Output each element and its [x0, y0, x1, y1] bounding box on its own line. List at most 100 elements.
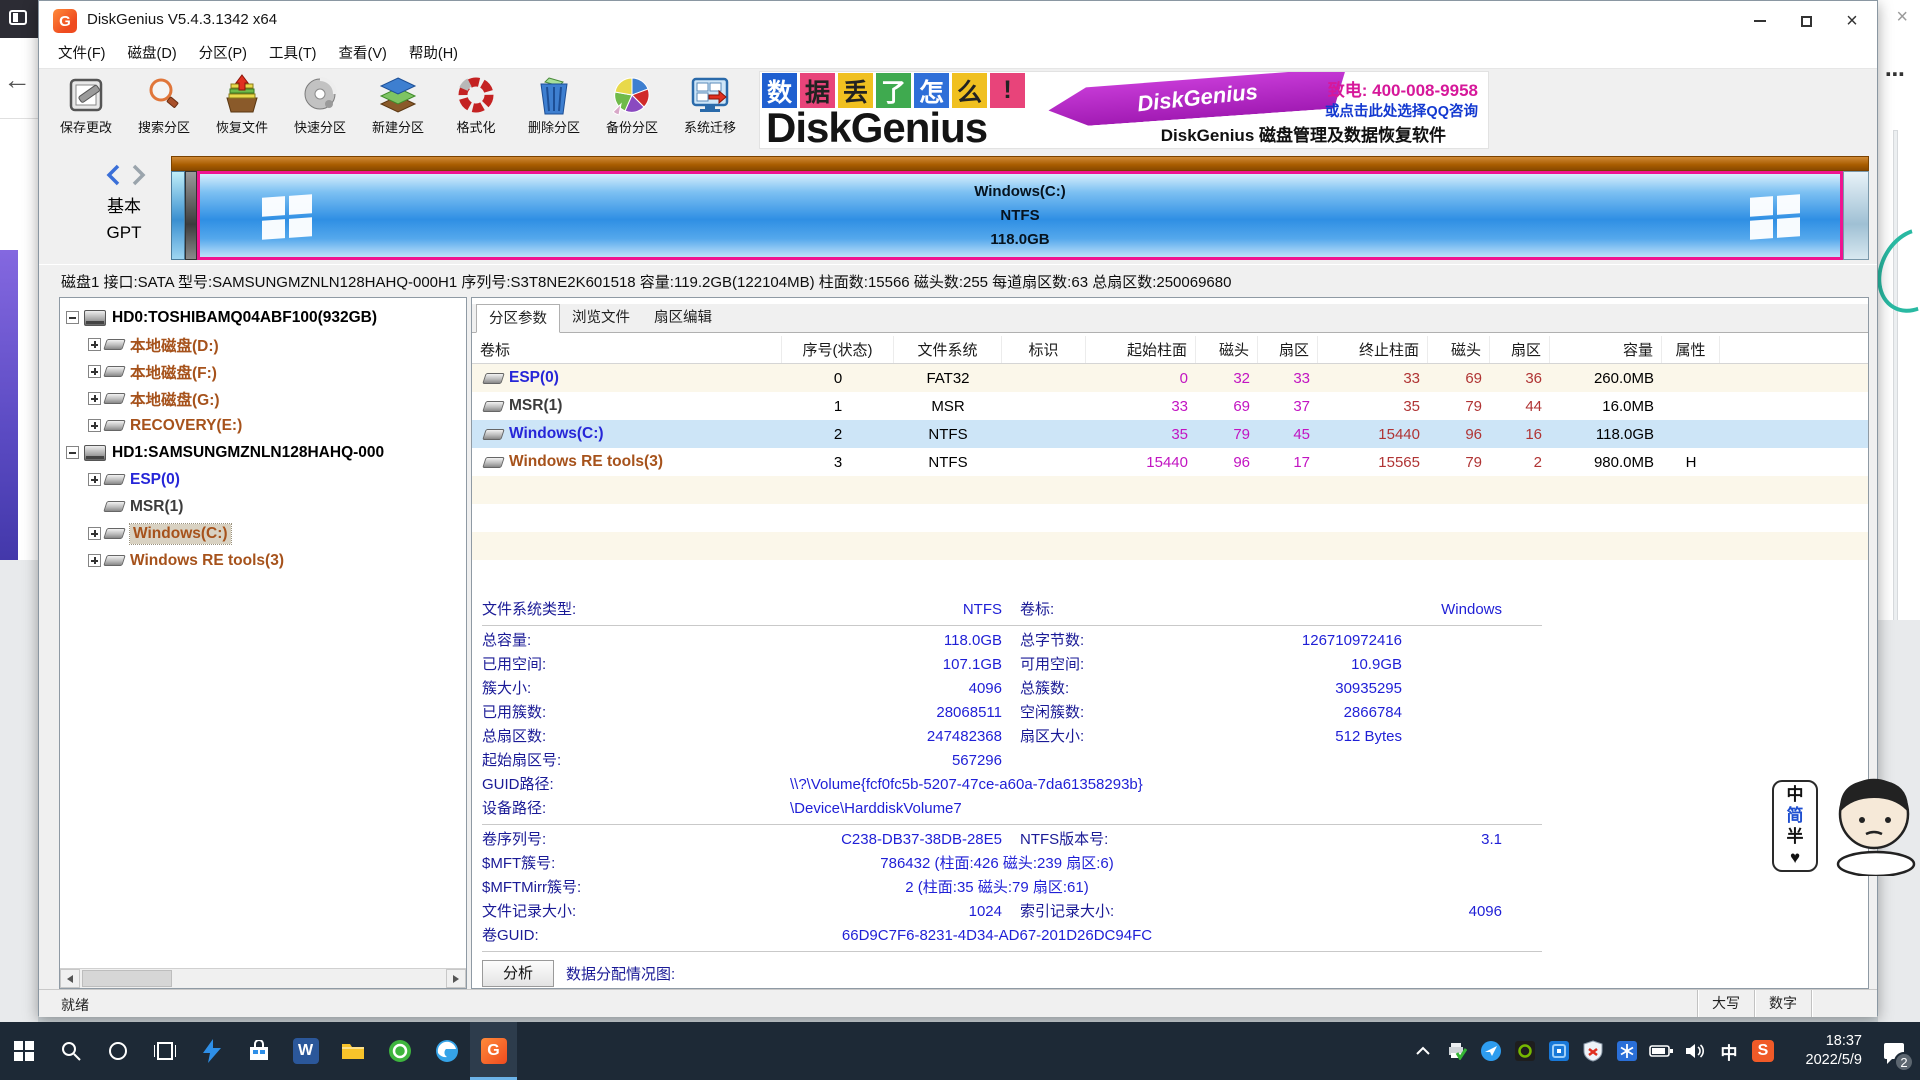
file-explorer-icon[interactable] [329, 1022, 376, 1080]
taskbar-clock[interactable]: 18:37 2022/5/9 [1782, 1032, 1868, 1070]
green-browser-icon[interactable] [376, 1022, 423, 1080]
tray-intel-icon[interactable] [1544, 1022, 1574, 1080]
col-index-status[interactable]: 序号(状态) [782, 336, 894, 363]
tray-defender-icon[interactable] [1578, 1022, 1608, 1080]
format-button[interactable]: 格式化 [437, 72, 515, 150]
collapse-icon[interactable] [66, 311, 79, 324]
save-changes-button[interactable]: 保存更改 [47, 72, 125, 150]
col-attributes[interactable]: 属性 [1662, 336, 1720, 363]
expand-icon[interactable] [88, 419, 101, 432]
tray-volume-icon[interactable] [1680, 1022, 1710, 1080]
expand-icon[interactable] [88, 554, 101, 567]
ad-banner[interactable]: DiskGenius 数 据 丢 了 怎 么 ! DiskGenius 致电: … [759, 71, 1489, 149]
col-start-sector[interactable]: 扇区 [1258, 336, 1318, 363]
col-end-sector[interactable]: 扇区 [1490, 336, 1550, 363]
ime-mascot-widget[interactable]: 中 简 半 ♥ [1772, 768, 1920, 876]
table-row-windows-c-selected[interactable]: Windows(C:) 2 NTFS 35 79 45 15440 96 16 … [472, 420, 1868, 448]
partition-block-esp[interactable] [171, 171, 185, 260]
analyze-button[interactable]: 分析 [482, 960, 554, 987]
ime-status-box[interactable]: 中 简 半 ♥ [1772, 780, 1818, 872]
menu-view[interactable]: 查看(V) [328, 41, 398, 68]
scrollbar-thumb[interactable] [82, 970, 172, 987]
tray-battery-icon[interactable] [1646, 1022, 1676, 1080]
col-volume-label[interactable]: 卷标 [472, 336, 782, 363]
scroll-right-icon[interactable] [446, 969, 466, 988]
menu-partition[interactable]: 分区(P) [188, 41, 258, 68]
store-icon[interactable] [235, 1022, 282, 1080]
system-migrate-button[interactable]: 系统迁移 [671, 72, 749, 150]
task-view-icon[interactable] [141, 1022, 188, 1080]
prev-disk-icon[interactable] [105, 164, 121, 186]
tray-ime-indicator[interactable]: 中 [1714, 1022, 1744, 1080]
tree-item-msr[interactable]: MSR(1) [60, 493, 466, 520]
table-row-windows-re[interactable]: Windows RE tools(3) 3 NTFS 15440 96 17 1… [472, 448, 1868, 476]
scroll-left-icon[interactable] [60, 969, 80, 988]
tree-horizontal-scrollbar[interactable] [60, 968, 466, 988]
app-lightning-icon[interactable] [188, 1022, 235, 1080]
minimize-button[interactable] [1737, 1, 1783, 41]
expand-icon[interactable] [88, 365, 101, 378]
tab-browse-files[interactable]: 浏览文件 [560, 304, 642, 333]
delete-partition-button[interactable]: 删除分区 [515, 72, 593, 150]
expand-icon[interactable] [88, 392, 101, 405]
next-disk-icon[interactable] [131, 164, 147, 186]
tree-item-local-g[interactable]: 本地磁盘(G:) [60, 385, 466, 412]
tree-item-esp[interactable]: ESP(0) [60, 466, 466, 493]
diskgenius-logo-icon: G [53, 9, 77, 33]
recover-files-button[interactable]: 恢复文件 [203, 72, 281, 150]
edge-icon[interactable] [423, 1022, 470, 1080]
col-capacity[interactable]: 容量 [1550, 336, 1662, 363]
partition-block-msr[interactable] [185, 171, 197, 260]
back-arrow-icon[interactable]: ← [3, 64, 31, 96]
tree-item-recovery-e[interactable]: RECOVERY(E:) [60, 412, 466, 439]
menu-disk[interactable]: 磁盘(D) [117, 41, 188, 68]
tray-snowflake-icon[interactable] [1612, 1022, 1642, 1080]
expand-icon[interactable] [88, 338, 101, 351]
menu-file[interactable]: 文件(F) [47, 41, 117, 68]
tray-nvidia-icon[interactable] [1510, 1022, 1540, 1080]
tab-sector-edit[interactable]: 扇区编辑 [642, 304, 724, 333]
backup-partition-button[interactable]: 备份分区 [593, 72, 671, 150]
col-start-head[interactable]: 磁头 [1196, 336, 1258, 363]
quick-partition-button[interactable]: 快速分区 [281, 72, 359, 150]
ghost-close-icon[interactable]: × [1896, 6, 1908, 29]
tray-chevron-icon[interactable] [1408, 1022, 1438, 1080]
tree-item-hd1[interactable]: HD1:SAMSUNGMZNLN128HAHQ-000 [60, 439, 466, 466]
col-filesystem[interactable]: 文件系统 [894, 336, 1002, 363]
close-button[interactable]: × [1829, 1, 1875, 41]
tree-item-hd0[interactable]: HD0:TOSHIBAMQ04ABF100(932GB) [60, 304, 466, 331]
search-icon[interactable] [47, 1022, 94, 1080]
partition-block-re-tools[interactable] [1843, 171, 1869, 260]
table-row-esp[interactable]: ESP(0) 0 FAT32 0 32 33 33 69 36 260.0MB [472, 364, 1868, 392]
tree-item-local-f[interactable]: 本地磁盘(F:) [60, 358, 466, 385]
expand-icon[interactable] [88, 527, 101, 540]
partition-block-windows-c[interactable]: Windows(C:) NTFS 118.0GB [197, 171, 1843, 260]
collapse-icon[interactable] [66, 446, 79, 459]
taskbar-diskgenius-active[interactable]: G [470, 1022, 517, 1080]
menu-tools[interactable]: 工具(T) [258, 41, 328, 68]
tree-item-local-d[interactable]: 本地磁盘(D:) [60, 331, 466, 358]
tree-item-windows-c[interactable]: Windows(C:) [60, 520, 466, 547]
maximize-button[interactable] [1783, 1, 1829, 41]
menu-help[interactable]: 帮助(H) [398, 41, 469, 68]
tray-sogou-icon[interactable]: S [1748, 1022, 1778, 1080]
action-center-icon[interactable]: 2 [1872, 1022, 1916, 1080]
tree-item-windows-re[interactable]: Windows RE tools(3) [60, 547, 466, 574]
col-end-cylinder[interactable]: 终止柱面 [1318, 336, 1428, 363]
tray-printer-icon[interactable] [1442, 1022, 1472, 1080]
tray-bird-icon[interactable] [1476, 1022, 1506, 1080]
expand-icon[interactable] [88, 473, 101, 486]
col-flag[interactable]: 标识 [1002, 336, 1086, 363]
col-end-head[interactable]: 磁头 [1428, 336, 1490, 363]
banner-qq-link[interactable]: 或点击此处选择QQ咨询 [1325, 100, 1478, 121]
col-start-cylinder[interactable]: 起始柱面 [1086, 336, 1196, 363]
start-button[interactable] [0, 1022, 47, 1080]
overflow-dots-icon[interactable]: ⋯ [1885, 62, 1906, 87]
word-icon[interactable]: W [282, 1022, 329, 1080]
search-partition-button[interactable]: 搜索分区 [125, 72, 203, 150]
table-row-msr[interactable]: MSR(1) 1 MSR 33 69 37 35 79 44 16.0MB [472, 392, 1868, 420]
cortana-icon[interactable] [94, 1022, 141, 1080]
tab-partition-params[interactable]: 分区参数 [476, 304, 560, 333]
new-partition-button[interactable]: 新建分区 [359, 72, 437, 150]
taskbar: W G [0, 1022, 1920, 1080]
